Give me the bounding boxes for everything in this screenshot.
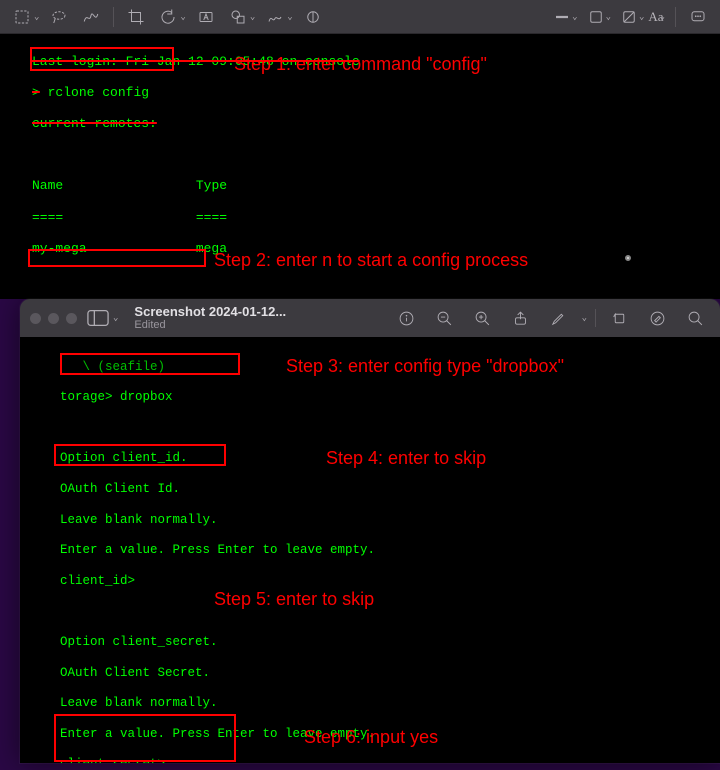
lasso-icon[interactable]: [45, 5, 73, 29]
t2-clientsecret-prompt: client_secret>: [60, 757, 708, 763]
t2-b1: Option client_secret.: [60, 635, 708, 650]
chevron-down-icon[interactable]: ⌄: [606, 12, 611, 22]
t2-b3: Leave blank normally.: [60, 696, 708, 711]
adjust-color-icon[interactable]: [299, 5, 327, 29]
highlight-icon[interactable]: [544, 305, 574, 331]
rect-select-icon[interactable]: [8, 5, 36, 29]
zoom-in-icon[interactable]: [468, 305, 498, 331]
terminal-window-1[interactable]: Last login: Fri Jan 12 09:05:48 on conso…: [0, 34, 720, 299]
t2-a3: Leave blank normally.: [60, 513, 708, 528]
term1-current-remotes: current remotes:: [32, 116, 702, 132]
t2-storage-prompt: torage> dropbox: [60, 390, 708, 405]
toolbar-separator: [113, 7, 114, 27]
t2-clientid-prompt: client_id>: [60, 574, 708, 589]
t2-a1: Option client_id.: [60, 451, 708, 466]
t2-b4: Enter a value. Press Enter to leave empt…: [60, 727, 708, 742]
chevron-down-icon[interactable]: ⌄: [250, 12, 255, 22]
window-title: Screenshot 2024-01-12...: [134, 305, 286, 319]
term1-row: my-mega mega: [32, 241, 702, 257]
minimize-icon[interactable]: [48, 313, 59, 324]
chevron-down-icon[interactable]: ⌄: [639, 12, 644, 22]
t2-a2: OAuth Client Id.: [60, 482, 708, 497]
text-icon[interactable]: [192, 5, 220, 29]
t2-b2: OAuth Client Secret.: [60, 666, 708, 681]
chevron-down-icon[interactable]: ⌄: [287, 12, 292, 22]
shapes-icon[interactable]: [224, 5, 252, 29]
chevron-down-icon[interactable]: ⌄: [34, 12, 39, 22]
zoom-out-icon[interactable]: [430, 305, 460, 331]
zoom-icon[interactable]: [66, 313, 77, 324]
term1-header-underline: ==== ====: [32, 210, 702, 226]
preview-toolbar: ⌄: [392, 305, 710, 331]
description-icon[interactable]: [684, 5, 712, 29]
sidebar-toggle-button[interactable]: ⌄: [87, 309, 118, 327]
preview-titlebar[interactable]: ⌄ Screenshot 2024-01-12... Edited ⌄: [20, 299, 720, 337]
chevron-down-icon: ⌄: [113, 313, 118, 323]
chevron-down-icon[interactable]: ⌄: [180, 12, 185, 22]
scribble-icon[interactable]: [77, 5, 105, 29]
t2-seafile: \ (seafile): [60, 360, 708, 375]
t2-a4: Enter a value. Press Enter to leave empt…: [60, 543, 708, 558]
close-icon[interactable]: [30, 313, 41, 324]
rotate-icon[interactable]: [604, 305, 634, 331]
window-subtitle: Edited: [134, 319, 286, 331]
editor-toolbar: ⌄ ⌄ ⌄ ⌄ ⌄ ⌄ ⌄ Aa ⌄: [0, 0, 720, 34]
chevron-down-icon[interactable]: ⌄: [660, 12, 665, 22]
markup-icon[interactable]: [642, 305, 672, 331]
search-icon[interactable]: [680, 305, 710, 331]
share-icon[interactable]: [506, 305, 536, 331]
preview-window: ⌄ Screenshot 2024-01-12... Edited ⌄ \ (s…: [20, 299, 720, 763]
chevron-down-icon[interactable]: ⌄: [572, 12, 577, 22]
term1-rclone-command: > rclone config: [32, 85, 702, 101]
chevron-down-icon[interactable]: ⌄: [582, 313, 587, 323]
info-icon[interactable]: [392, 305, 422, 331]
window-title-wrap: Screenshot 2024-01-12... Edited: [134, 305, 286, 331]
term1-last-login: Last login: Fri Jan 12 09:05:48 on conso…: [32, 54, 702, 70]
term1-header: Name Type: [32, 178, 702, 194]
toolbar-separator: [675, 7, 676, 27]
rotate-icon[interactable]: [154, 5, 182, 29]
crop-icon[interactable]: [122, 5, 150, 29]
toolbar-separator: [595, 309, 596, 327]
terminal-window-2[interactable]: \ (seafile) torage> dropbox Option clien…: [20, 337, 720, 763]
annotation-handle-icon: [625, 255, 631, 261]
sign-icon[interactable]: [261, 5, 289, 29]
traffic-lights[interactable]: [30, 313, 77, 324]
